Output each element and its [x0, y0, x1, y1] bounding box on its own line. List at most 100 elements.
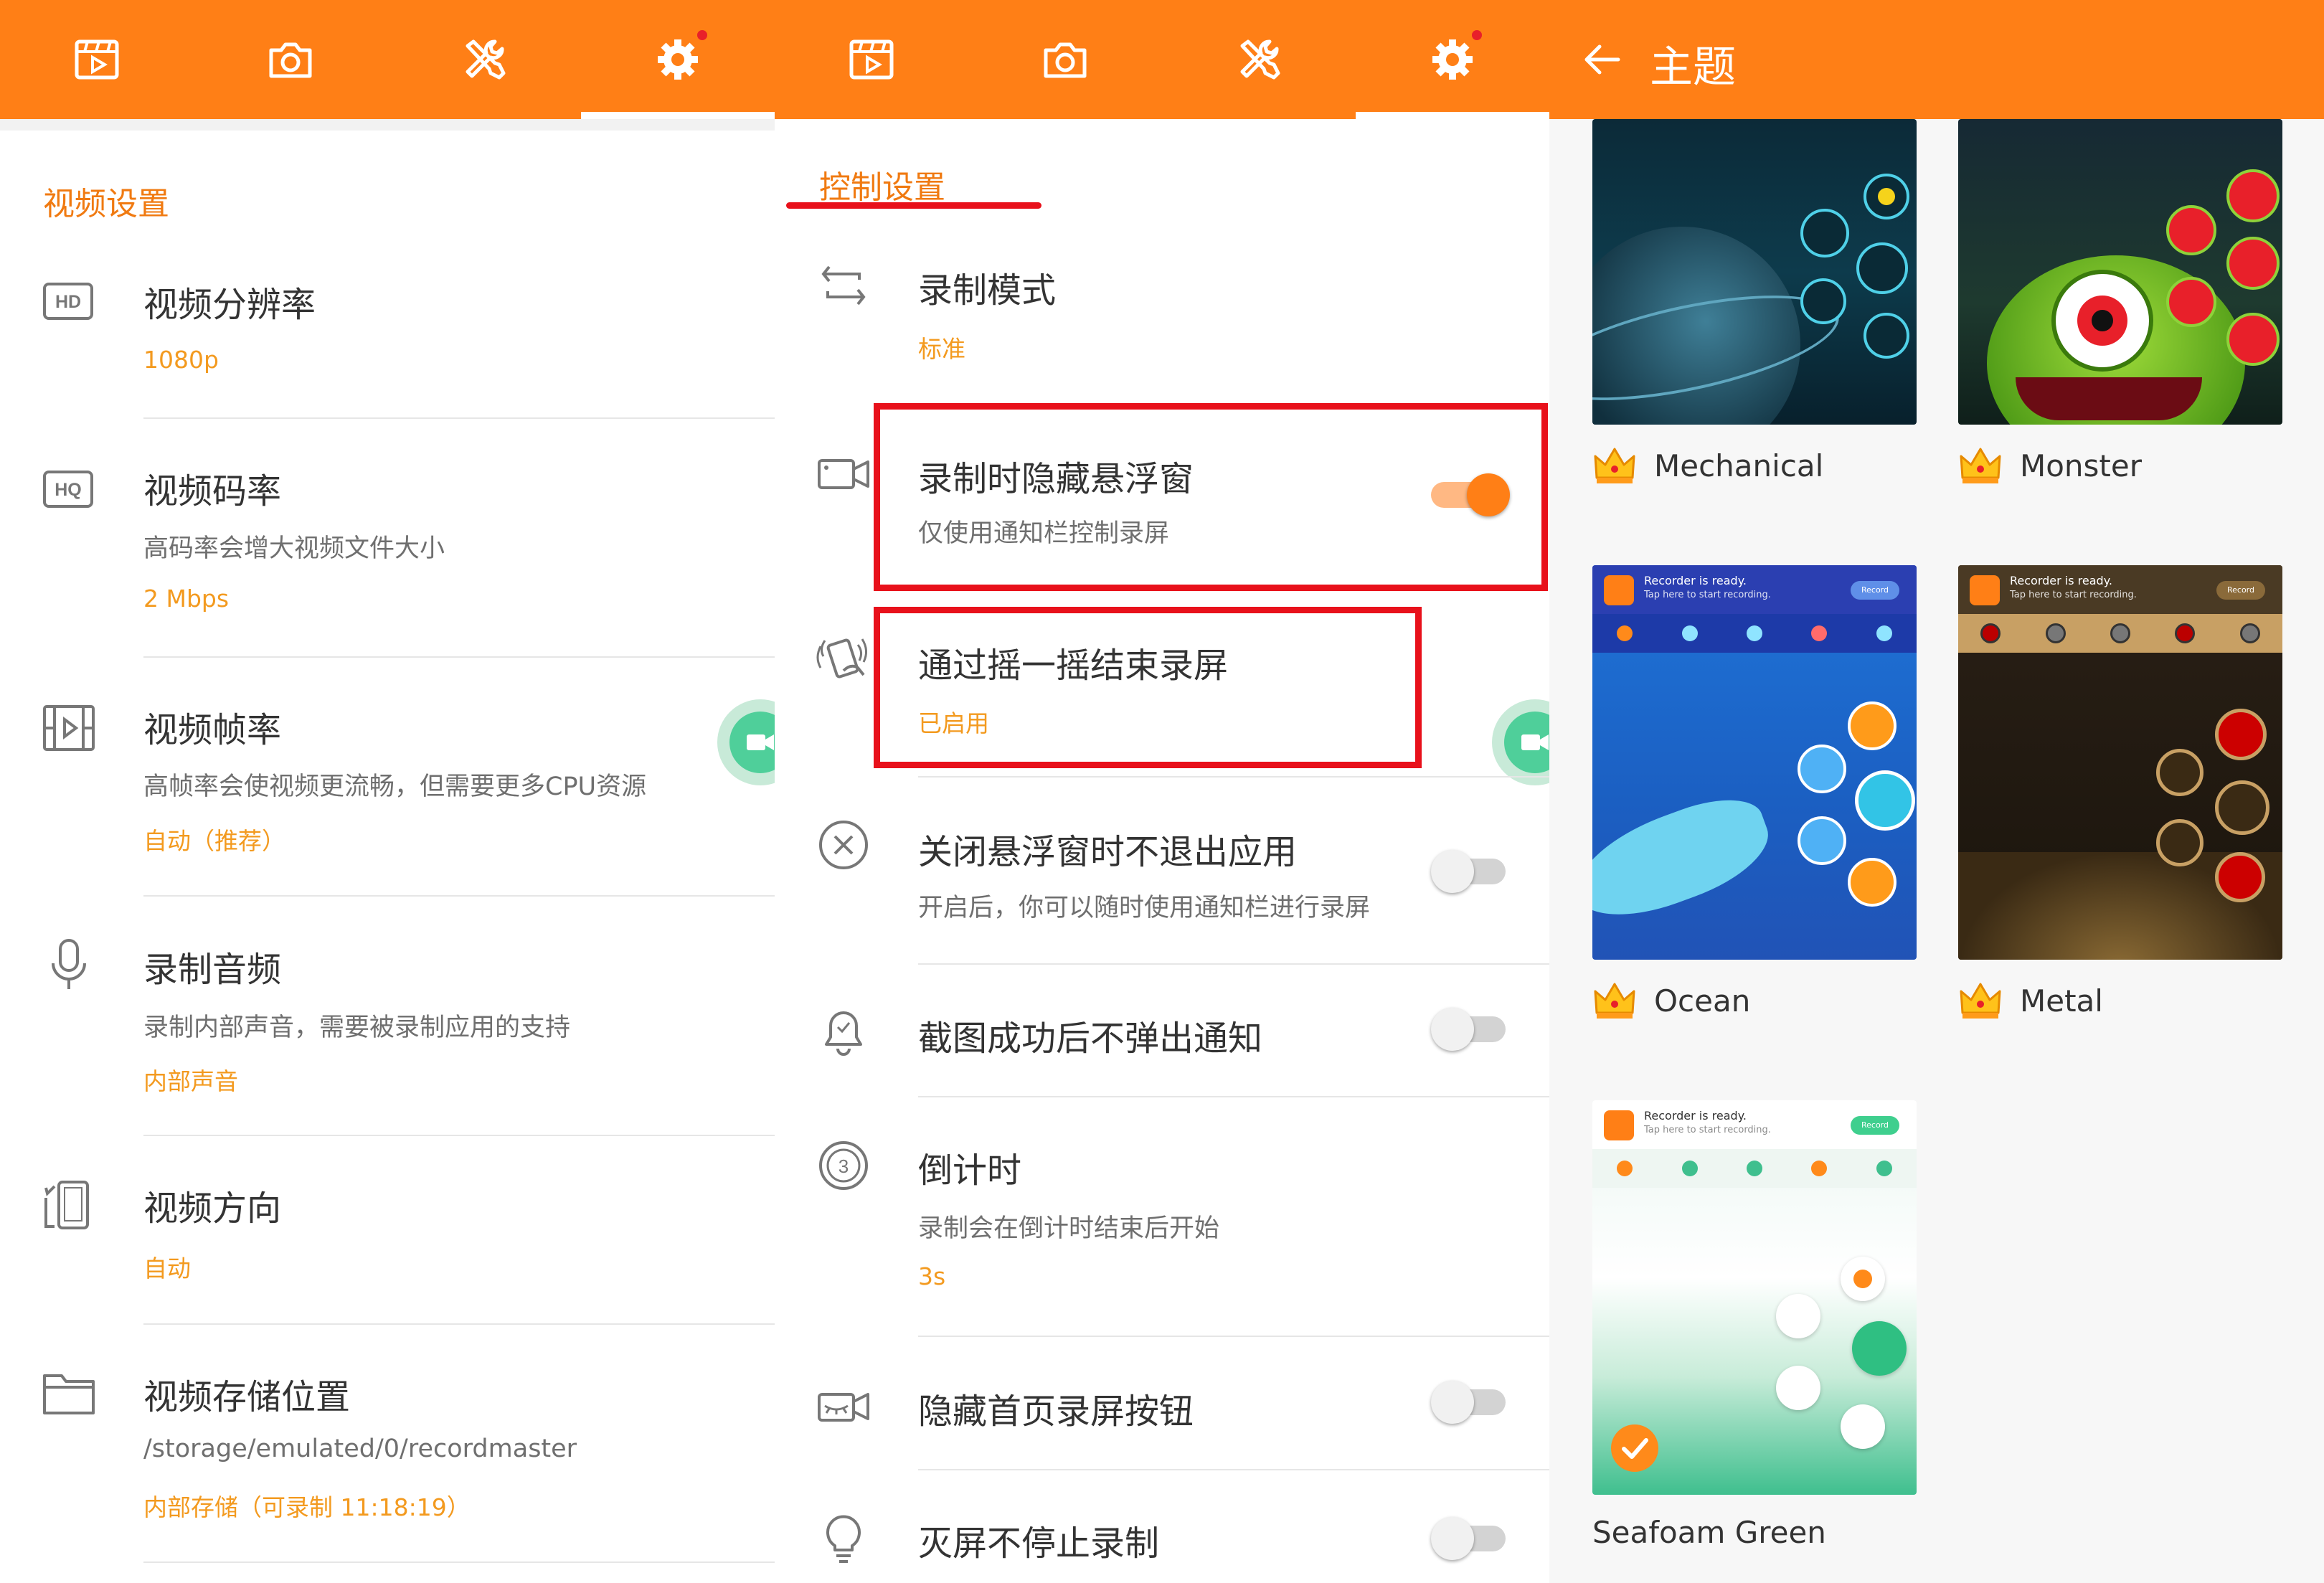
ocean-dot-row [1592, 614, 1917, 653]
toggle-keep-recording-screen-off[interactable] [1431, 1517, 1510, 1560]
tab-videos[interactable] [0, 0, 194, 119]
theme-card-metal[interactable]: Recorder is ready. Tap here to start rec… [1958, 565, 2282, 960]
theme-card-ocean[interactable]: Recorder is ready. Tap here to start rec… [1592, 565, 1917, 960]
seafoam-dot-row [1592, 1149, 1917, 1188]
divider [143, 656, 775, 658]
theme-label-mechanical: Mechanical [1592, 443, 1823, 488]
setting-title: 录制音频 [143, 950, 282, 990]
theme-button-icon [2166, 277, 2216, 327]
setting-subtitle: 高帧率会使视频更流畅，但需要更多CPU资源 [143, 772, 647, 801]
setting-subtitle: 录制会在倒计时结束后开始 [918, 1214, 1220, 1243]
setting-title: 隐藏首页录屏按钮 [918, 1391, 1194, 1432]
setting-value: 2 Mbps [143, 585, 230, 613]
bell-icon [815, 1003, 872, 1063]
svg-text:HQ: HQ [55, 480, 82, 500]
rotate-phone-icon [40, 1176, 98, 1237]
setting-value: 自动（推荐） [143, 827, 285, 855]
header-shadow [0, 119, 775, 131]
theme-card-mechanical[interactable] [1592, 119, 1917, 425]
metal-dot-row [1958, 614, 2282, 653]
divider [143, 1135, 775, 1136]
theme-button-icon [2166, 205, 2216, 255]
monster-eye [2051, 270, 2153, 372]
shake-hand-icon [815, 628, 872, 688]
theme-label-metal: Metal [1958, 978, 2103, 1023]
section-title-control: 控制设置 [819, 169, 945, 206]
setting-title: 视频方向 [143, 1189, 282, 1229]
theme-button-icon [2226, 237, 2280, 290]
theme-card-seafoam-green[interactable]: Recorder is ready. Tap here to start rec… [1592, 1100, 1917, 1495]
tab-screenshots[interactable] [194, 0, 387, 119]
metal-notification-preview: Recorder is ready. Tap here to start rec… [1958, 565, 2282, 614]
divider [918, 963, 1549, 965]
premium-crown-icon [1594, 448, 1635, 483]
notification-dot [1472, 30, 1482, 40]
setting-title: 灭屏不停止录制 [918, 1523, 1160, 1564]
divider [143, 1561, 775, 1563]
tab-settings[interactable] [1356, 0, 1549, 119]
hd-icon: HD [40, 271, 98, 331]
themes-screen: 主题 Mechanical Monster Recorder is ready. [1549, 0, 2324, 1583]
video-list-icon [849, 39, 894, 80]
setting-title: 倒计时 [918, 1150, 1022, 1191]
themes-app-bar: 主题 [1549, 0, 2324, 119]
video-camera-icon [747, 734, 774, 750]
whale-illustration [1592, 784, 1781, 935]
premium-crown-icon [1960, 983, 2001, 1019]
toggle-hide-home-record-button[interactable] [1431, 1381, 1510, 1424]
setting-value: 自动 [143, 1254, 191, 1282]
divider [918, 1469, 1549, 1470]
tab-settings[interactable] [581, 0, 775, 119]
tools-icon [466, 39, 506, 80]
back-arrow-icon[interactable] [1578, 36, 1625, 83]
divider [143, 895, 775, 897]
tab-tools[interactable] [387, 0, 581, 119]
section-title-video: 视频设置 [43, 186, 169, 222]
ocean-notification-preview: Recorder is ready. Tap here to start rec… [1592, 565, 1917, 614]
svg-text:3: 3 [839, 1156, 849, 1177]
theme-label-ocean: Ocean [1592, 978, 1750, 1023]
floating-record-button[interactable] [717, 699, 775, 785]
tab-screenshots[interactable] [968, 0, 1162, 119]
red-underline-annotation [786, 202, 1041, 209]
active-tab-indicator [1356, 112, 1549, 119]
tab-videos[interactable] [775, 0, 968, 119]
divider [918, 1096, 1549, 1097]
toggle-keep-app-on-close[interactable] [1431, 850, 1510, 893]
hide-eye-camera-icon [815, 1377, 872, 1437]
setting-value: 标准 [918, 335, 965, 363]
record-mode-icon [815, 257, 872, 317]
floating-record-button[interactable] [1492, 699, 1549, 785]
theme-button-icon [2226, 313, 2280, 366]
theme-button-icon [1864, 313, 1909, 359]
setting-title: 截图成功后不弹出通知 [918, 1019, 1263, 1059]
film-icon [40, 699, 98, 760]
countdown-icon: 3 [815, 1137, 872, 1197]
video-settings-screen: 视频设置 HD 视频分辨率 1080p HQ 视频码率 高码率会增大视频文件大小… [0, 0, 775, 1583]
top-tab-bar [775, 0, 1549, 119]
setting-title: 视频帧率 [143, 710, 282, 750]
svg-text:HD: HD [55, 292, 81, 312]
red-highlight-box [874, 607, 1422, 768]
selected-check-icon [1611, 1424, 1658, 1472]
camera-icon [269, 42, 312, 78]
tools-icon [1240, 39, 1280, 80]
theme-button-icon [2226, 169, 2280, 222]
toggle-no-screenshot-notify[interactable] [1431, 1008, 1510, 1051]
theme-button-icon [1856, 242, 1908, 294]
camera-icon [1044, 42, 1087, 78]
setting-title: 视频分辨率 [143, 285, 316, 325]
video-list-icon [75, 39, 119, 80]
bulb-icon [815, 1510, 872, 1570]
video-camera-icon [815, 445, 872, 505]
premium-crown-icon [1960, 448, 2001, 483]
theme-label-seafoam-green: Seafoam Green [1592, 1515, 1826, 1550]
setting-title: 视频存储位置 [143, 1377, 351, 1417]
theme-label-monster: Monster [1958, 443, 2142, 488]
tab-tools[interactable] [1162, 0, 1356, 119]
theme-card-monster[interactable] [1958, 119, 2282, 425]
setting-title: 视频码率 [143, 471, 282, 511]
page-title: 主题 [1650, 42, 1736, 93]
theme-button-icon [1864, 174, 1909, 219]
hq-icon: HQ [40, 459, 98, 519]
